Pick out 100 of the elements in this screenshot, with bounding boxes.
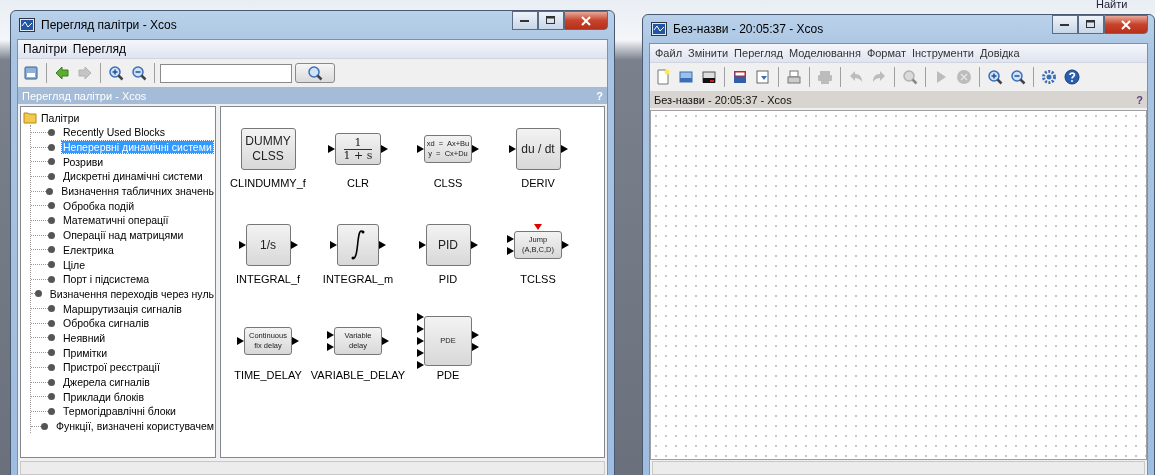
app-icon [651,22,667,36]
tree-item[interactable]: Визначення переходів через нуль [48,287,215,300]
tree-item[interactable]: Джерела сигналів [62,376,151,389]
bullet-icon [48,231,55,239]
bullet-icon [48,393,55,401]
block-name: TIME_DELAY [234,369,302,381]
output-port-icon [560,145,568,153]
menu-item[interactable]: Інструменти [910,47,975,59]
denominator-text: 1 + s [343,149,373,162]
tree-item[interactable]: Функції, визначені користувачем [54,420,215,433]
search-icon [307,65,323,81]
bullet-icon [48,261,55,269]
output-port-icon [382,337,389,345]
tree-item[interactable]: Палітри [40,111,81,124]
block-icon[interactable]: 1/s [245,224,291,266]
tree-item[interactable]: Маршрутизація сигналів [62,302,183,315]
close-button[interactable] [564,11,608,30]
block-icon[interactable]: DUMMY CLSS [240,128,296,170]
bullet-icon [46,187,54,195]
menu-item[interactable]: Перегляд [733,47,784,59]
window-title: Перегляд палітри - Xcos [41,18,177,32]
bullet-icon [48,334,55,342]
output-port-icon [470,241,478,249]
block-name: DERIV [521,177,555,189]
integral-sign-icon [350,229,366,261]
block-name: TCLSS [520,273,556,285]
tree-item[interactable]: Recently Used Blocks [62,126,167,139]
bullet-icon [48,407,55,415]
search-field[interactable] [160,63,292,83]
tree-item[interactable]: Електрика [62,243,115,256]
block-icon[interactable]: PID [425,224,471,266]
block-name: VARIABLE_DELAY [310,369,406,381]
block-icon[interactable]: du / dt [515,128,561,170]
minimize-button[interactable] [512,11,538,30]
menu-item[interactable]: Перегляд [71,42,128,56]
bullet-icon [40,422,48,430]
block-text: CLSS [252,149,284,164]
bullet-icon [48,172,55,180]
bullet-icon [48,202,55,210]
output-port-icon [292,337,299,345]
app-icon [19,18,35,32]
bullet-icon [48,305,55,313]
bullet-icon [48,275,55,283]
bullet-icon [48,128,55,136]
block-name: PID [438,273,458,285]
tree-item[interactable]: Термогідравлічні блоки [62,405,177,418]
maximize-icon [546,16,556,25]
tree-item[interactable]: Математичні операції [62,214,170,227]
bullet-icon [48,216,55,224]
help-mark[interactable]: ? [1136,93,1143,106]
block-text: du / dt [521,141,555,157]
output-port-icon [381,145,388,153]
help-icon[interactable] [1062,66,1082,88]
menu-item[interactable]: Палітри [22,42,68,56]
menu-item[interactable]: Змінити [687,47,730,59]
bullet-icon [48,158,55,166]
tree-item[interactable]: Визначення табличних значень [60,185,215,198]
tree-item[interactable]: Ціле [62,258,87,271]
bullet-icon [48,378,55,386]
tree-item[interactable]: Неявний [62,331,107,344]
maximize-button[interactable] [1078,15,1104,34]
panel-title: Без-назви - 20:05:37 - Xcos [654,93,792,106]
maximize-button[interactable] [538,11,564,30]
numerator-text: 1 [354,136,362,149]
bullet-icon [48,246,55,254]
tree-item[interactable]: Примітки [62,346,109,359]
maximize-icon [1086,20,1096,29]
tree-item[interactable]: Обробка подій [62,199,136,212]
block-text: 1/s [260,237,276,253]
close-icon [1121,19,1131,30]
block-name: CLSS [433,177,463,189]
tree-item[interactable]: Приклади блоків [62,390,145,403]
tree-item[interactable]: Розриви [62,155,105,168]
tree-item[interactable]: Пристрої реєстрації [62,361,161,374]
tree-item[interactable]: Операції над матрицями [62,229,185,242]
block-icon[interactable] [337,224,379,266]
block-text: DUMMY [245,134,291,149]
bullet-icon [48,363,55,371]
close-button[interactable] [1104,15,1148,34]
bullet-icon [34,290,42,298]
block-text: PID [438,237,458,253]
output-port-icon [472,145,479,153]
tree-item[interactable]: Обробка сигналів [62,317,151,330]
block-name: PDE [436,369,460,381]
menu-item[interactable]: Моделювання [787,47,862,59]
output-port-icon [562,241,569,249]
panel-title: Перегляд палітри - Xcos [22,89,147,102]
tree-item[interactable]: Порт і підсистема [62,273,151,286]
tree-item[interactable]: Дискретні динамічні системи [62,170,204,183]
bullet-icon [48,143,55,151]
search-label: Найти [1096,0,1128,10]
minimize-button[interactable] [1052,15,1078,34]
menu-item[interactable]: Формат [865,47,907,59]
search-button[interactable] [295,63,335,83]
block-name: INTEGRAL_m [322,273,394,285]
close-icon [581,15,591,26]
block-icon[interactable]: 1 1 + s [335,133,381,165]
block-name: INTEGRAL_f [235,273,301,285]
menu-item[interactable]: Довідка [978,47,1021,59]
menu-item[interactable]: Файл [654,47,684,59]
